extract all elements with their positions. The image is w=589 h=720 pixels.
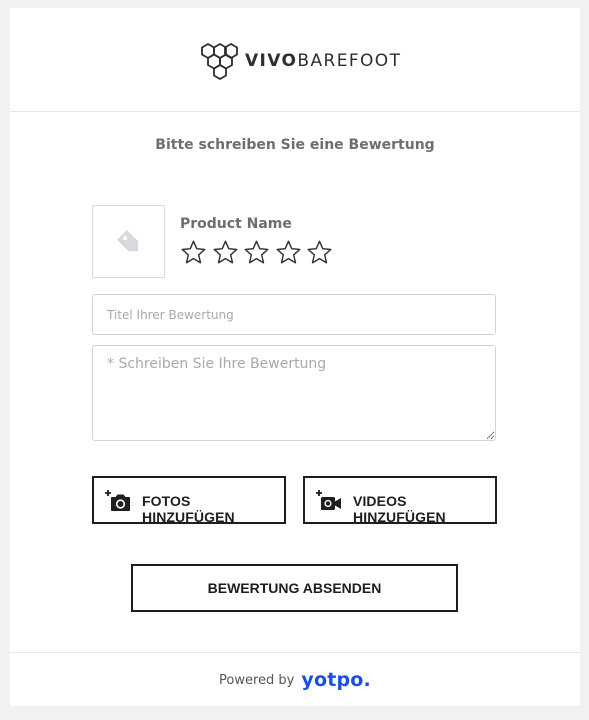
product-name: Product Name	[180, 216, 292, 232]
review-title-input[interactable]	[92, 294, 496, 335]
star-3-outline-icon[interactable]	[243, 239, 270, 266]
header: VIVOBAREFOOT	[10, 8, 580, 112]
add-photos-label: FOTOS HINZUFÜGEN	[142, 493, 235, 525]
star-2-outline-icon[interactable]	[212, 239, 239, 266]
powered-by-label: Powered by	[219, 672, 295, 688]
camera-plus-icon	[105, 490, 130, 511]
hexagon-cluster-icon	[201, 42, 238, 80]
review-body-textarea[interactable]	[92, 345, 496, 441]
product-image	[92, 205, 165, 278]
brand-wordmark-light: BAREFOOT	[297, 51, 402, 71]
add-photos-button[interactable]: FOTOS HINZUFÜGEN	[92, 476, 286, 525]
review-form-card: VIVOBAREFOOT Bitte schreiben Sie eine Be…	[10, 8, 580, 706]
video-camera-plus-icon	[316, 490, 341, 510]
brand-wordmark: VIVOBAREFOOT	[245, 51, 401, 71]
star-4-outline-icon[interactable]	[275, 239, 302, 266]
add-videos-label: VIDEOS HINZUFÜGEN	[353, 493, 446, 525]
form-title: Bitte schreiben Sie eine Bewertung	[155, 137, 435, 153]
brand-logo: VIVOBAREFOOT	[199, 42, 401, 80]
footer: Powered by yotpo.	[10, 652, 580, 707]
submit-review-button[interactable]: BEWERTUNG ABSENDEN	[131, 564, 458, 612]
yotpo-logo[interactable]: yotpo.	[301, 669, 371, 691]
brand-wordmark-bold: VIVO	[245, 51, 298, 71]
star-5-outline-icon[interactable]	[306, 239, 333, 266]
star-rating[interactable]	[180, 239, 338, 266]
add-videos-button[interactable]: VIDEOS HINZUFÜGEN	[303, 476, 497, 525]
price-tag-icon	[116, 229, 138, 251]
star-1-outline-icon[interactable]	[180, 239, 207, 266]
